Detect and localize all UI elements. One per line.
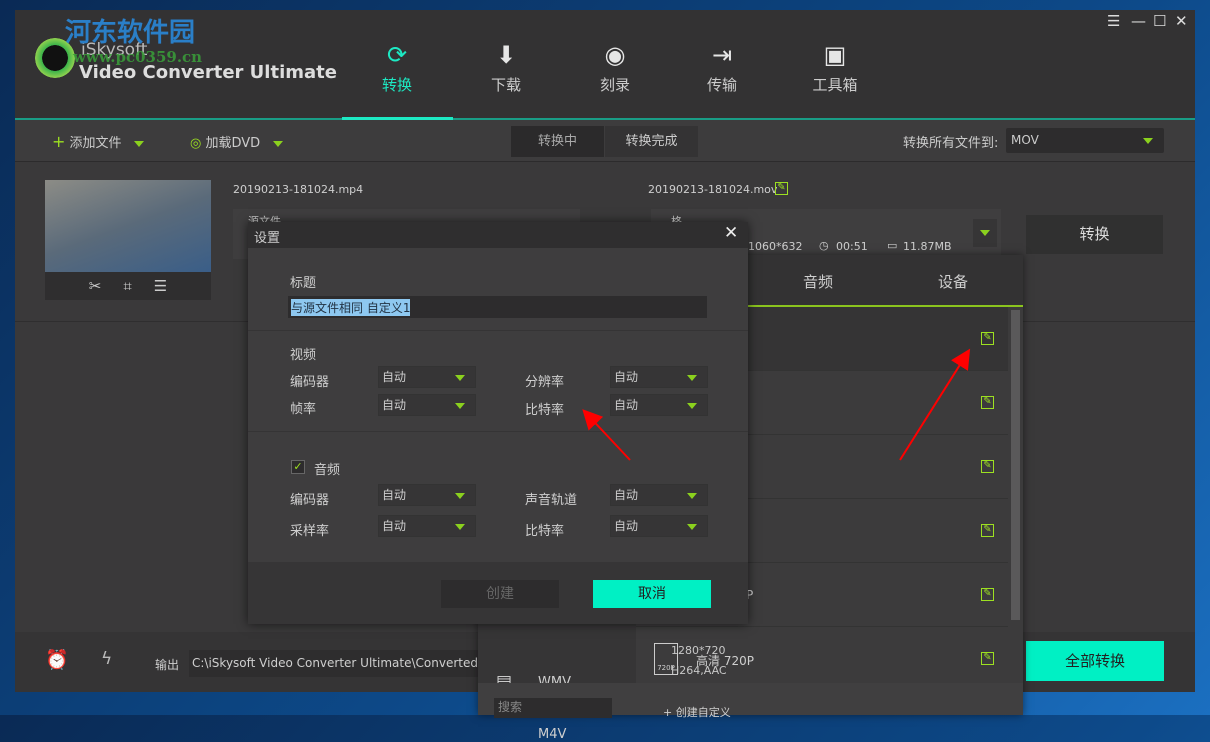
annotation-arrows [582,348,971,461]
annotation-arrow [582,409,631,461]
format-m4v[interactable]: M4V [538,727,566,742]
annotation-arrow [899,348,971,461]
